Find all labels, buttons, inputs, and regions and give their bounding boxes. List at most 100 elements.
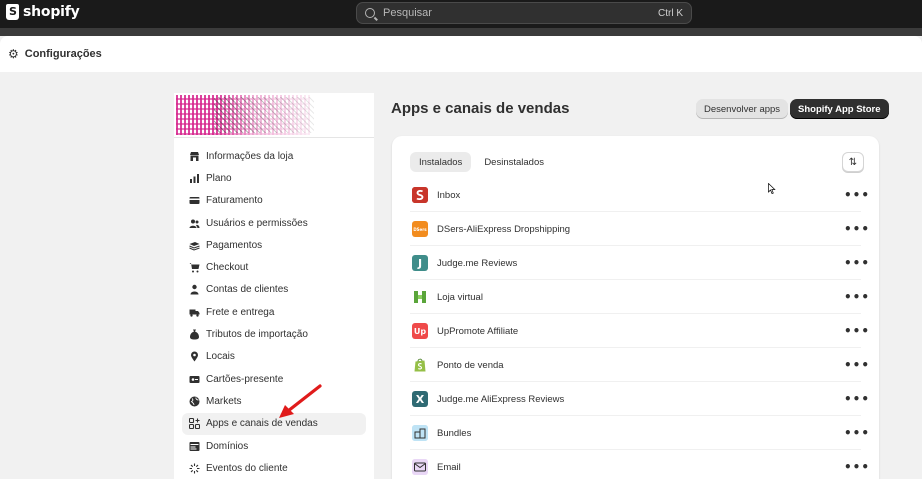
sidebar-item-locations[interactable]: Locais — [182, 346, 366, 368]
develop-apps-button[interactable]: Desenvolver apps — [696, 99, 789, 119]
truck-icon — [188, 306, 200, 318]
dsers-app-icon: DSers — [412, 221, 428, 237]
payments-icon — [188, 239, 200, 251]
sidebar-item-checkout[interactable]: Checkout — [182, 256, 366, 278]
tab-uninstalled[interactable]: Desinstalados — [475, 152, 553, 172]
judgeme-aliexpress-app-icon: X — [412, 391, 428, 407]
sidebar-item-billing[interactable]: Faturamento — [182, 190, 366, 212]
gift-card-icon — [188, 373, 200, 385]
settings-title: Configurações — [24, 48, 102, 60]
app-row-email[interactable]: Email ••• — [392, 450, 879, 479]
store-avatar-pattern — [214, 97, 314, 133]
apps-tabs: Instalados Desinstalados — [410, 152, 553, 172]
more-options-icon[interactable]: ••• — [844, 392, 870, 406]
sidebar-item-shipping[interactable]: Frete e entrega — [182, 301, 366, 323]
top-bar: shopify Ctrl K — [0, 0, 922, 28]
app-row-online-store[interactable]: Loja virtual ••• — [392, 280, 879, 314]
sidebar-item-store-details[interactable]: Informações da loja — [182, 145, 366, 167]
sidebar-divider — [174, 137, 374, 138]
more-options-icon[interactable]: ••• — [844, 460, 870, 474]
more-options-icon[interactable]: ••• — [844, 188, 870, 202]
tax-icon — [188, 329, 200, 341]
sidebar-item-label: Faturamento — [206, 195, 263, 207]
settings-header: ⚙ Configurações — [0, 36, 922, 72]
app-name: Email — [437, 461, 461, 473]
topbar-separator — [0, 28, 922, 36]
more-options-icon[interactable]: ••• — [844, 426, 870, 440]
app-row-dsers[interactable]: DSers DSers-AliExpress Dropshipping ••• — [392, 212, 879, 246]
settings-nav: Informações da loja Plano Faturamento Us… — [182, 145, 366, 479]
email-app-icon — [412, 459, 428, 475]
more-options-icon[interactable]: ••• — [844, 256, 870, 270]
cart-icon — [188, 262, 200, 274]
sidebar-item-plan[interactable]: Plano — [182, 167, 366, 189]
more-options-icon[interactable]: ••• — [844, 324, 870, 338]
sidebar-item-label: Domínios — [206, 440, 249, 452]
plan-icon — [188, 172, 200, 184]
app-name: UpPromote Affiliate — [437, 325, 519, 337]
sidebar-item-label: Checkout — [206, 262, 249, 274]
app-row-judgeme-aliexpress[interactable]: X Judge.me AliExpress Reviews ••• — [392, 382, 879, 416]
inbox-app-icon — [412, 187, 428, 203]
sidebar-item-payments[interactable]: Pagamentos — [182, 234, 366, 256]
app-row-pos[interactable]: Ponto de venda ••• — [392, 348, 879, 382]
more-options-icon[interactable]: ••• — [844, 222, 870, 236]
sidebar-item-users[interactable]: Usuários e permissões — [182, 212, 366, 234]
search-bar[interactable]: Ctrl K — [356, 2, 692, 24]
bundles-app-icon — [412, 425, 428, 441]
sidebar-item-domains[interactable]: Domínios — [182, 435, 366, 457]
app-name: Judge.me AliExpress Reviews — [437, 393, 565, 405]
mouse-cursor-icon — [768, 183, 776, 194]
more-options-icon[interactable]: ••• — [844, 290, 870, 304]
events-icon — [188, 462, 200, 474]
settings-sidebar: Informações da loja Plano Faturamento Us… — [174, 93, 374, 479]
sidebar-item-label: Usuários e permissões — [206, 217, 308, 229]
users-icon — [188, 217, 200, 229]
shopify-pos-app-icon — [412, 357, 428, 373]
sort-icon: ⇅ — [848, 156, 858, 168]
shopify-logo[interactable]: shopify — [6, 4, 80, 20]
gear-icon: ⚙ — [8, 47, 19, 61]
app-name: Ponto de venda — [437, 359, 504, 371]
billing-icon — [188, 195, 200, 207]
globe-icon — [188, 395, 200, 407]
location-icon — [188, 351, 200, 363]
sort-button[interactable]: ⇅ — [842, 152, 864, 172]
brand-name: shopify — [23, 4, 80, 20]
apps-icon — [188, 418, 200, 430]
search-shortcut: Ctrl K — [658, 7, 683, 19]
red-arrow-annotation — [279, 384, 322, 418]
person-icon — [188, 284, 200, 296]
sidebar-item-label: Tributos de importação — [206, 329, 308, 341]
app-row-bundles[interactable]: Bundles ••• — [392, 416, 879, 450]
page-title: Apps e canais de vendas — [391, 100, 570, 117]
sidebar-item-customer-accounts[interactable]: Contas de clientes — [182, 279, 366, 301]
app-row-inbox[interactable]: Inbox ••• — [392, 178, 879, 212]
app-name: Bundles — [437, 427, 472, 439]
store-icon — [188, 150, 200, 162]
more-options-icon[interactable]: ••• — [844, 358, 870, 372]
sidebar-item-label: Plano — [206, 172, 232, 184]
app-name: Loja virtual — [437, 291, 483, 303]
apps-card: Instalados Desinstalados ⇅ Inbox ••• DSe… — [392, 136, 879, 479]
domains-icon — [188, 440, 200, 452]
app-row-judgeme[interactable]: J Judge.me Reviews ••• — [392, 246, 879, 280]
sidebar-item-label: Eventos do cliente — [206, 462, 288, 474]
app-name: Judge.me Reviews — [437, 257, 518, 269]
sidebar-item-label: Pagamentos — [206, 239, 263, 251]
sidebar-item-label: Markets — [206, 395, 242, 407]
app-list: Inbox ••• DSers DSers-AliExpress Dropshi… — [392, 178, 879, 479]
sidebar-item-label: Cartões-presente — [206, 373, 284, 385]
sidebar-item-customer-events[interactable]: Eventos do cliente — [182, 457, 366, 479]
tab-installed[interactable]: Instalados — [410, 152, 472, 172]
app-name: Inbox — [437, 189, 461, 201]
sidebar-item-import-duties[interactable]: Tributos de importação — [182, 323, 366, 345]
app-row-uppromote[interactable]: Up UpPromote Affiliate ••• — [392, 314, 879, 348]
search-icon — [365, 8, 375, 18]
sidebar-item-label: Informações da loja — [206, 150, 294, 162]
sidebar-item-label: Locais — [206, 351, 235, 363]
search-input[interactable] — [383, 7, 658, 19]
sidebar-item-label: Contas de clientes — [206, 284, 289, 296]
app-store-button[interactable]: Shopify App Store — [790, 99, 889, 119]
sidebar-item-label: Frete e entrega — [206, 306, 275, 318]
